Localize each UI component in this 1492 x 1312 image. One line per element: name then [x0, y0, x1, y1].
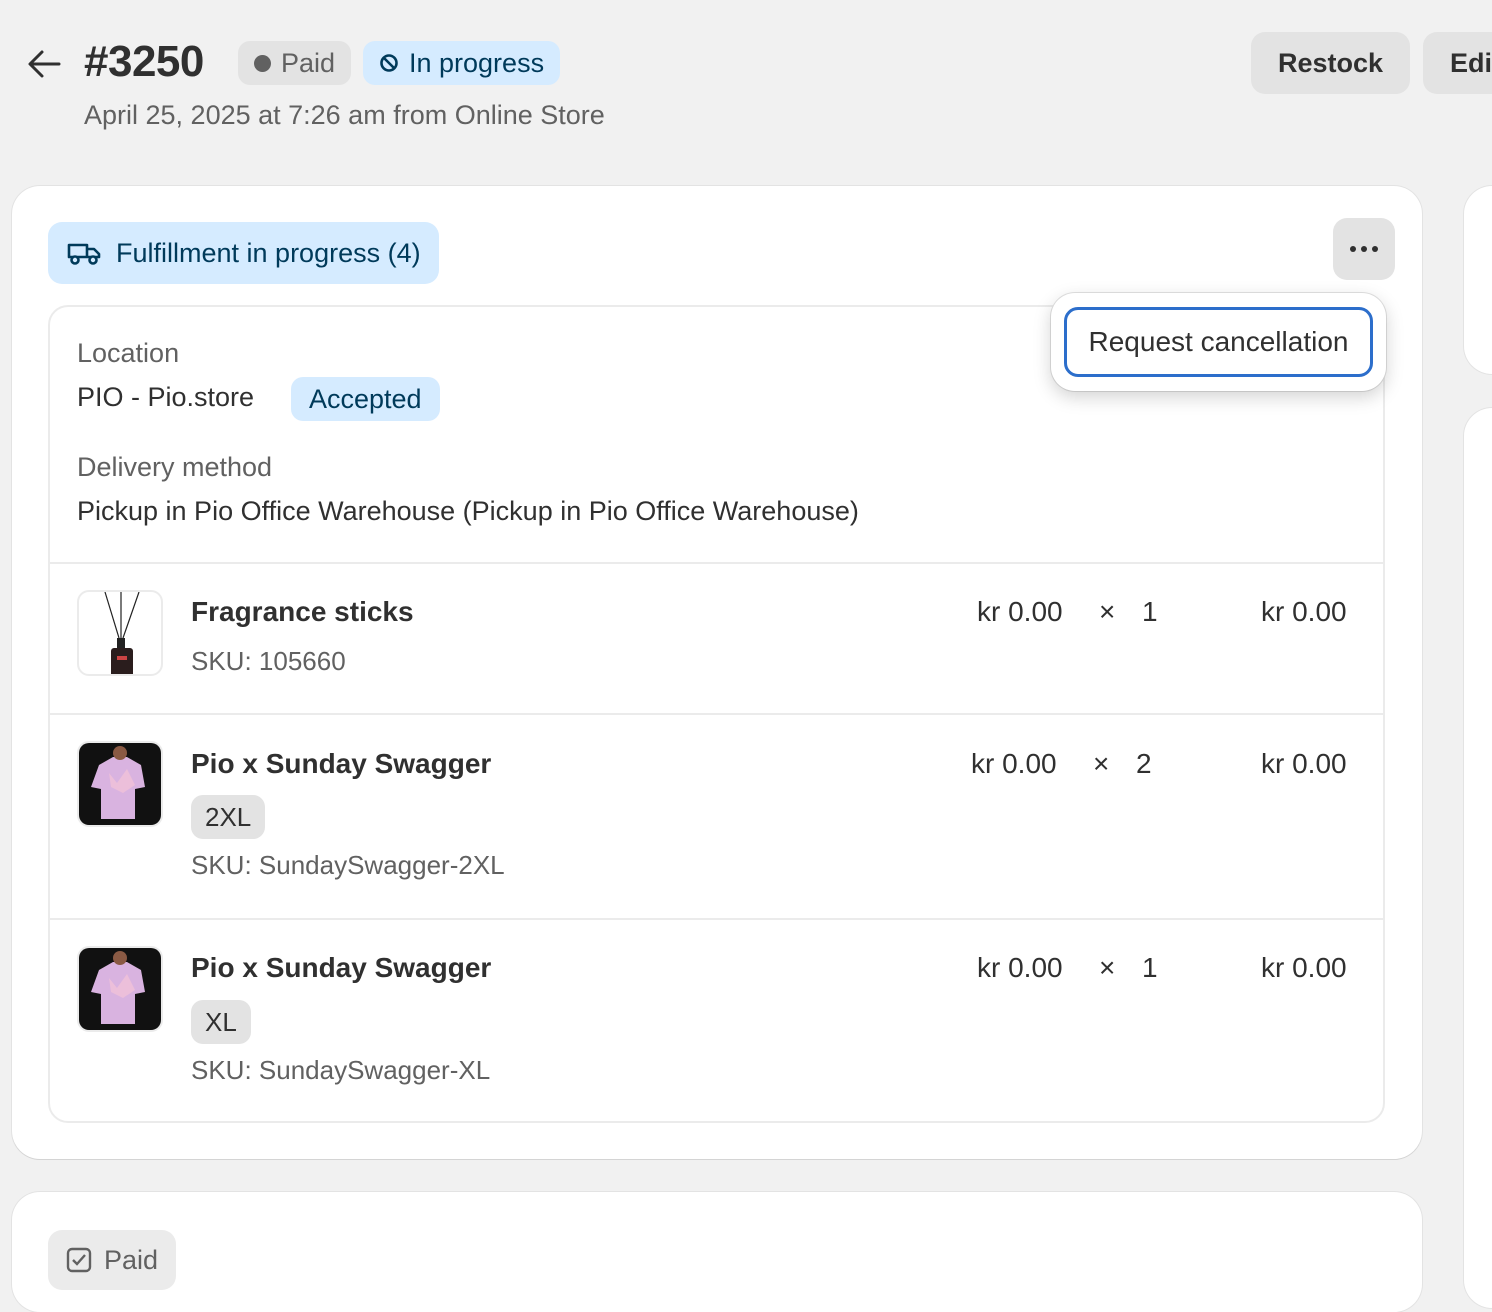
checkbox-checked-icon	[66, 1247, 92, 1273]
product-name[interactable]: Pio x Sunday Swagger	[191, 952, 491, 984]
fulfillment-status-label: In progress	[409, 47, 545, 78]
unit-price: kr 0.00	[977, 596, 1063, 627]
ellipsis-dot	[1361, 246, 1367, 252]
fulfillment-status-badge: In progress	[363, 41, 561, 85]
product-thumbnail[interactable]	[77, 590, 163, 676]
times-sign: ×	[1093, 748, 1110, 779]
shirt-image	[79, 948, 161, 1030]
fulfillment-badge: Fulfillment in progress (4)	[48, 222, 439, 284]
more-actions-button[interactable]	[1333, 218, 1395, 280]
delivery-truck-icon	[67, 243, 101, 265]
line-total: kr 0.00	[1261, 596, 1347, 627]
unit-price: kr 0.00	[971, 748, 1057, 779]
times-sign: ×	[1099, 952, 1116, 983]
ellipsis-icon	[1350, 246, 1356, 252]
edit-button[interactable]: Edit	[1423, 32, 1492, 94]
fulfillment-badge-label: Fulfillment in progress (4)	[116, 237, 421, 268]
back-button[interactable]	[22, 42, 66, 86]
product-thumbnail[interactable]	[77, 946, 163, 1032]
divider	[50, 918, 1383, 920]
side-card	[1464, 408, 1492, 1308]
variant-badge: 2XL	[191, 795, 266, 839]
divider	[50, 562, 1383, 564]
product-thumbnail[interactable]	[77, 741, 163, 827]
location-label: Location	[77, 338, 180, 368]
diffuser-image	[104, 592, 140, 674]
payment-status-badge: Paid	[238, 41, 352, 85]
payment-badge: Paid	[48, 1230, 177, 1290]
payment-status-label: Paid	[281, 47, 336, 78]
payment-badge-label: Paid	[104, 1244, 159, 1275]
status-dot-icon	[254, 54, 271, 72]
unit-price: kr 0.00	[977, 952, 1063, 983]
ellipsis-dot	[1372, 246, 1378, 252]
variant-badge: XL	[191, 1000, 251, 1044]
side-card	[1464, 186, 1492, 374]
quantity: 2	[1136, 748, 1152, 779]
restock-button[interactable]: Restock	[1251, 32, 1411, 94]
delivery-method-label: Delivery method	[77, 452, 273, 482]
location-status-badge: Accepted	[291, 377, 440, 421]
quantity: 1	[1142, 952, 1158, 983]
product-sku: SKU: 105660	[191, 646, 346, 676]
product-sku: SKU: SundaySwagger-XL	[191, 1055, 491, 1085]
in-progress-icon	[380, 54, 398, 72]
arrow-left-icon	[28, 50, 61, 78]
shirt-image	[79, 743, 161, 825]
order-subtitle: April 25, 2025 at 7:26 am from Online St…	[84, 100, 605, 130]
divider	[50, 713, 1383, 715]
location-value: PIO - Pio.store	[77, 382, 255, 412]
page-title: #3250	[84, 37, 204, 86]
delivery-method-value: Pickup in Pio Office Warehouse (Pickup i…	[77, 496, 859, 526]
quantity: 1	[1142, 596, 1158, 627]
line-total: kr 0.00	[1261, 748, 1347, 779]
product-name[interactable]: Fragrance sticks	[191, 596, 414, 628]
product-sku: SKU: SundaySwagger-2XL	[191, 850, 505, 880]
times-sign: ×	[1099, 596, 1116, 627]
payment-card	[12, 1192, 1422, 1312]
line-total: kr 0.00	[1261, 952, 1347, 983]
product-name[interactable]: Pio x Sunday Swagger	[191, 748, 491, 780]
request-cancellation-menu-item[interactable]: Request cancellation	[1064, 307, 1373, 377]
